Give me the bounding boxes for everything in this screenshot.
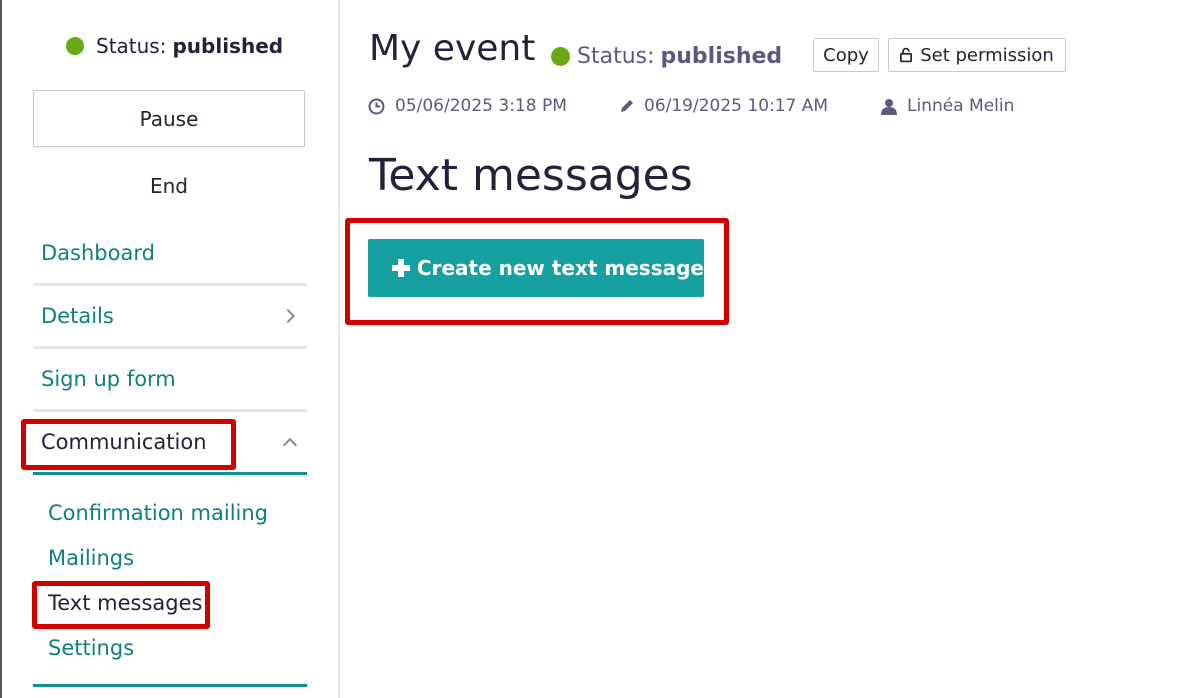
sidebar-item-label: Communication [41, 430, 207, 454]
end-button[interactable]: End [33, 170, 305, 202]
event-status-label: Status: [577, 43, 655, 69]
status-dot-icon [551, 46, 570, 66]
modified-date: 06/19/2025 10:17 AM [620, 94, 828, 118]
created-date-text: 05/06/2025 3:18 PM [395, 96, 567, 116]
sidebar-subitem-mailings[interactable]: Mailings [48, 543, 134, 573]
sidebar-status-label: Status: [96, 34, 167, 58]
sidebar-status: Status: published [66, 34, 283, 58]
created-date: 05/06/2025 3:18 PM [368, 94, 567, 118]
chevron-right-icon [280, 308, 296, 324]
event-status-value: published [660, 43, 783, 69]
nav-divider-active [33, 684, 307, 687]
event-owner-name[interactable]: Linnéa Melin [907, 96, 1014, 116]
nav-divider-active [33, 472, 307, 475]
copy-button-label: Copy [823, 44, 869, 66]
sidebar-item-details[interactable]: Details [33, 285, 307, 347]
section-title: Text messages [369, 150, 693, 201]
page-title: My event [369, 28, 536, 69]
sidebar-item-signup-form[interactable]: Sign up form [33, 348, 307, 410]
app-root: Status: published Pause End Dashboard De… [0, 0, 1177, 698]
copy-button[interactable]: Copy [813, 38, 879, 72]
modified-date-text: 06/19/2025 10:17 AM [644, 96, 829, 116]
set-permission-label: Set permission [920, 44, 1054, 66]
clock-icon [368, 98, 385, 114]
status-dot-icon [66, 37, 84, 55]
create-text-message-label: Create new text message [416, 256, 704, 280]
create-text-message-button[interactable]: Create new text message [368, 239, 704, 297]
chevron-up-icon [282, 437, 298, 453]
sidebar-item-label: Sign up form [41, 367, 176, 391]
user-icon [881, 98, 897, 115]
pause-button[interactable]: Pause [33, 90, 305, 147]
sidebar-status-value: published [172, 34, 284, 58]
sidebar-item-label: Dashboard [41, 241, 155, 265]
set-permission-button[interactable]: Set permission [888, 38, 1066, 72]
plus-icon [392, 259, 410, 277]
sidebar-divider [338, 0, 340, 698]
sidebar-item-dashboard[interactable]: Dashboard [33, 222, 307, 284]
pencil-icon [621, 100, 633, 112]
lock-icon [900, 47, 913, 63]
sidebar-item-label: Details [41, 304, 114, 328]
sidebar-subitem-text-messages[interactable]: Text messages [48, 588, 202, 618]
event-owner: Linnéa Melin [881, 94, 1014, 118]
event-status: Status: published [551, 42, 782, 70]
sidebar-item-communication[interactable]: Communication [33, 411, 307, 473]
sidebar-subitem-confirmation-mailing[interactable]: Confirmation mailing [48, 498, 268, 528]
sidebar-subitem-settings[interactable]: Settings [48, 633, 134, 663]
